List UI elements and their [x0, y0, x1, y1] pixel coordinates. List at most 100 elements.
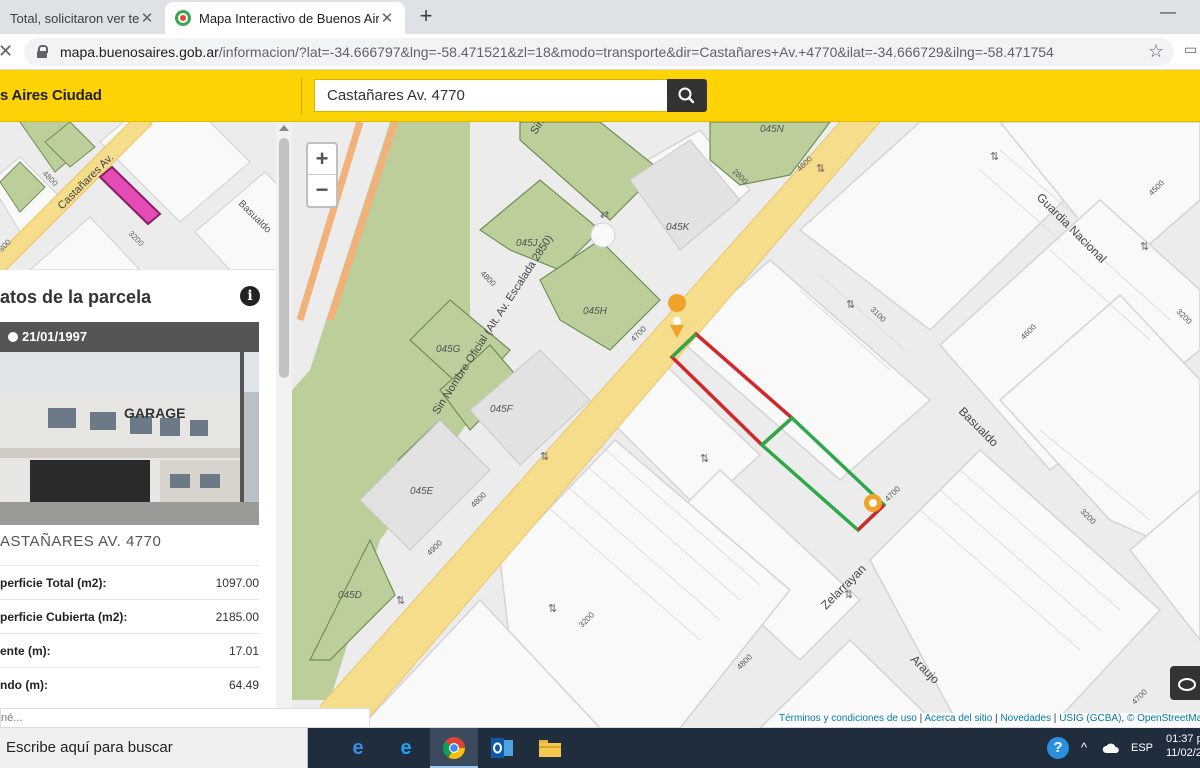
help-icon[interactable]: ?	[1047, 737, 1069, 759]
parcel-address: ASTAÑARES AV. 4770	[0, 533, 162, 550]
news-link[interactable]: Novedades	[1000, 713, 1051, 724]
windows-taskbar: Escribe aquí para buscar e e ? ^ ESP 01:…	[0, 728, 1200, 768]
maps-favicon-icon	[175, 10, 191, 26]
block-code: 045N	[760, 124, 785, 135]
zoom-control: + −	[306, 142, 338, 208]
one-way-arrow-icon: ⇅	[548, 602, 557, 615]
zoom-in-button[interactable]: +	[308, 144, 336, 175]
address-search-input[interactable]	[314, 79, 668, 112]
system-clock[interactable]: 01:37 p. m. 11/02/2020	[1166, 732, 1200, 760]
map-canvas[interactable]: Guardia Nacional Basualdo Zelarrayan Ara…	[292, 122, 1200, 728]
one-way-arrow-icon: ⇄	[600, 208, 609, 221]
photo-date: 21/01/1997	[22, 329, 88, 344]
clock-time: 01:37 p. m.	[1166, 733, 1200, 745]
bottom-text-field[interactable]: né...	[0, 708, 370, 728]
zoom-out-button[interactable]: −	[308, 175, 336, 206]
block-code: 045F	[490, 404, 514, 415]
bookmark-star-icon[interactable]: ☆	[1148, 41, 1164, 62]
stat-value: 1097.00	[215, 575, 259, 590]
scroll-up-arrow-icon[interactable]	[279, 125, 289, 131]
parcel-locator-mini-map[interactable]: Castañares Av. Basualdo 4800 3200 800	[0, 122, 276, 270]
language-indicator[interactable]: ESP	[1131, 728, 1153, 768]
parcel-info-panel: Castañares Av. Basualdo 4800 3200 800 at…	[0, 122, 292, 708]
stat-label: ndo (m):	[0, 677, 48, 692]
photo-date-bar: 21/01/1997	[0, 322, 259, 352]
tab-title: Mapa Interactivo de Buenos Aires	[199, 10, 379, 26]
eye-icon[interactable]	[1170, 666, 1200, 700]
parcel-stats-list: perficie Total (m2): 1097.00 perficie Cu…	[0, 565, 259, 701]
stat-value: 17.01	[228, 643, 259, 658]
tab-title: Total, solicitaron ver teléfono	[10, 10, 139, 26]
stat-label: perficie Total (m2):	[0, 575, 107, 590]
block-code: 045D	[338, 590, 362, 601]
tray-chevron-up-icon[interactable]: ^	[1081, 728, 1087, 768]
lock-icon[interactable]	[36, 45, 50, 59]
clock-icon	[8, 332, 18, 342]
edge-legacy-icon[interactable]: e	[334, 728, 382, 768]
stat-label: ente (m):	[0, 643, 51, 658]
taskbar-search-input[interactable]: Escribe aquí para buscar	[0, 728, 308, 768]
block-code: 045J	[516, 238, 539, 249]
chrome-icon[interactable]	[430, 728, 478, 768]
block-code: 045E	[410, 486, 434, 497]
stat-row-total-area: perficie Total (m2): 1097.00	[0, 565, 259, 599]
new-tab-button[interactable]: +	[414, 5, 438, 29]
file-explorer-icon[interactable]	[526, 728, 574, 768]
minimize-window-icon[interactable]: —	[1160, 4, 1180, 22]
parcel-photo[interactable]: GARAGE	[0, 352, 259, 525]
browser-tab-inactive[interactable]: Total, solicitaron ver teléfono ✕	[0, 2, 165, 34]
close-icon[interactable]: ✕	[379, 9, 395, 27]
usig-link[interactable]: USIG (GCBA)	[1059, 713, 1121, 724]
stat-row-depth: ndo (m): 64.49	[0, 667, 259, 701]
site-header: s Aires Ciudad	[0, 70, 1200, 122]
address-bar[interactable]: mapa.buenosaires.gob.ar/informacion/?lat…	[24, 38, 1174, 66]
osm-link[interactable]: © OpenStreetMap	[1127, 713, 1200, 724]
cast-icon[interactable]: ▭	[1184, 41, 1197, 58]
outlook-logo-icon	[491, 738, 513, 758]
clock-date: 11/02/2020	[1166, 747, 1200, 759]
stat-row-frontage: ente (m): 17.01	[0, 633, 259, 667]
one-way-arrow-icon: ⇅	[396, 594, 405, 607]
stat-value: 2185.00	[215, 609, 259, 624]
onedrive-cloud-icon[interactable]	[1102, 728, 1120, 768]
one-way-arrow-icon: ⇅	[540, 450, 549, 463]
one-way-arrow-icon: ⇅	[816, 162, 825, 175]
panel-scrollbar-thumb[interactable]	[279, 138, 289, 378]
garage-building-photo: GARAGE	[0, 352, 259, 525]
browser-toolbar: ✕ mapa.buenosaires.gob.ar/informacion/?l…	[0, 34, 1200, 70]
browser-tab-active[interactable]: Mapa Interactivo de Buenos Aires ✕	[165, 2, 405, 34]
block-code: 045H	[583, 306, 608, 317]
header-divider	[301, 78, 302, 114]
chrome-logo-icon	[442, 737, 465, 759]
cloud-icon	[1102, 743, 1119, 754]
browser-tab-strip: Total, solicitaron ver teléfono ✕ Mapa I…	[0, 0, 1200, 34]
location-marker-icon[interactable]	[864, 494, 882, 512]
one-way-arrow-icon: ⇅	[844, 588, 853, 601]
one-way-arrow-icon: ⇅	[1140, 240, 1149, 253]
interactive-map[interactable]: Guardia Nacional Basualdo Zelarrayan Ara…	[292, 122, 1200, 728]
photo-sign-text: GARAGE	[124, 405, 185, 421]
map-attribution: Términos y condiciones de uso | Acerca d…	[776, 713, 1200, 727]
stat-value: 64.49	[228, 677, 259, 692]
info-icon[interactable]: i	[240, 286, 260, 306]
one-way-arrow-icon: ⇅	[846, 298, 855, 311]
close-icon[interactable]: ✕	[139, 9, 155, 27]
block-code: 045G	[436, 344, 461, 355]
stat-row-covered-area: perficie Cubierta (m2): 2185.00	[0, 599, 259, 633]
outlook-icon[interactable]	[478, 728, 526, 768]
url-path: /informacion/?lat=-34.666797&lng=-58.471…	[218, 44, 1054, 60]
url-host: mapa.buenosaires.gob.ar	[60, 44, 219, 60]
site-brand[interactable]: s Aires Ciudad	[0, 87, 102, 104]
search-button[interactable]	[667, 79, 707, 112]
one-way-arrow-icon: ⇅	[990, 150, 999, 163]
terms-link[interactable]: Términos y condiciones de uso	[779, 713, 917, 724]
stop-loading-icon[interactable]: ✕	[0, 41, 13, 62]
search-icon	[678, 87, 695, 104]
block-code: 045K	[666, 222, 691, 233]
about-link[interactable]: Acerca del sitio	[924, 713, 992, 724]
url-text[interactable]: mapa.buenosaires.gob.ar/informacion/?lat…	[60, 44, 1120, 60]
panel-title: atos de la parcela	[0, 287, 152, 307]
stat-label: perficie Cubierta (m2):	[0, 609, 128, 624]
folder-icon	[539, 740, 561, 757]
internet-explorer-icon[interactable]: e	[382, 728, 430, 768]
